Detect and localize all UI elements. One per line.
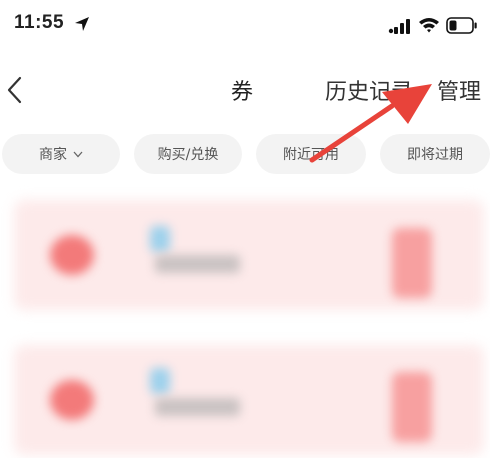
coupon-thumbnail bbox=[150, 226, 170, 252]
chevron-down-icon bbox=[73, 151, 83, 157]
coupon-text-placeholder bbox=[155, 398, 240, 416]
battery-icon bbox=[446, 17, 477, 34]
filter-merchant-label: 商家 bbox=[39, 147, 67, 163]
filter-merchant-chip[interactable]: 商家 bbox=[2, 134, 120, 174]
filter-purchase-chip[interactable]: 购买/兑换 bbox=[134, 134, 242, 174]
signal-icon bbox=[388, 19, 410, 34]
coupon-action bbox=[392, 372, 432, 442]
coupon-thumbnail bbox=[150, 368, 170, 394]
filter-purchase-label: 购买/兑换 bbox=[157, 147, 219, 163]
coupon-action bbox=[392, 228, 432, 298]
page-title: 券 bbox=[231, 80, 254, 105]
status-time: 11:55 bbox=[14, 12, 65, 33]
manage-button[interactable]: 管理 bbox=[437, 74, 481, 106]
chevron-left-icon[interactable] bbox=[4, 76, 26, 104]
location-arrow-icon bbox=[75, 17, 89, 31]
red-arrow-annotation bbox=[309, 84, 432, 163]
status-bar: 11:55 bbox=[0, 0, 490, 52]
coupon-logo-icon bbox=[50, 235, 94, 275]
coupon-logo-icon bbox=[50, 380, 94, 420]
wifi-icon bbox=[419, 18, 439, 33]
coupon-text-placeholder bbox=[155, 255, 240, 273]
